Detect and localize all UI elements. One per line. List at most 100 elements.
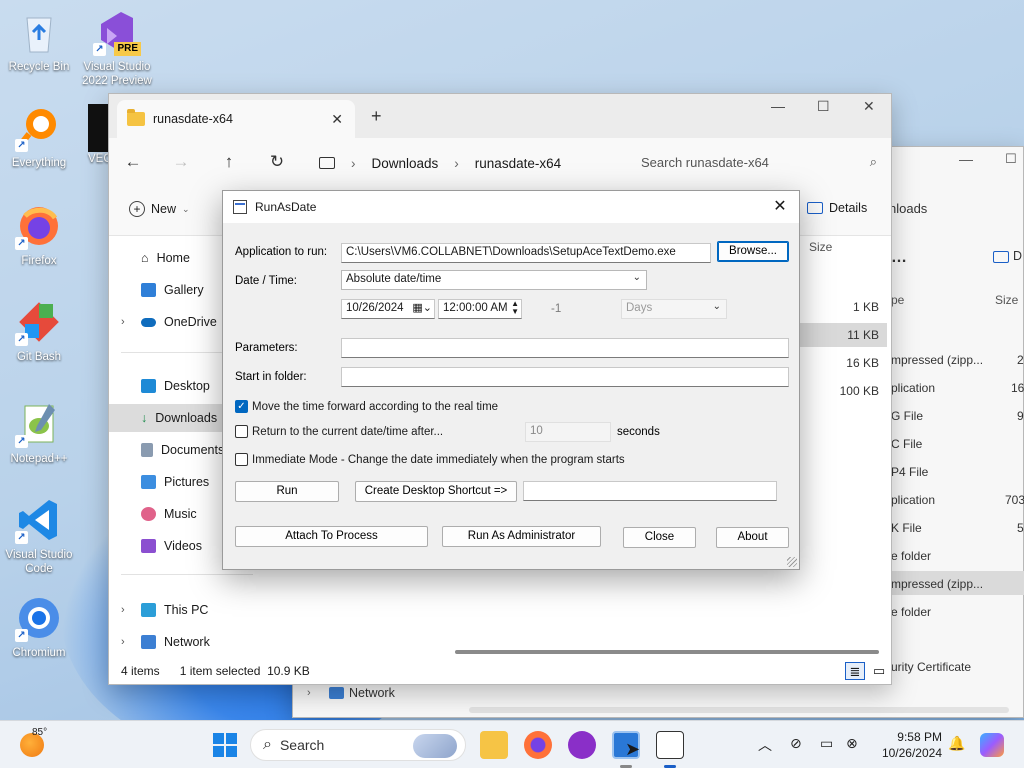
return-seconds-field[interactable]: 10: [525, 422, 611, 442]
browse-button[interactable]: Browse...: [717, 241, 789, 262]
immediate-mode-checkbox[interactable]: Immediate Mode - Change the date immedia…: [235, 453, 625, 466]
date-mode-select[interactable]: Absolute date/time ⌄: [341, 270, 647, 290]
run-button[interactable]: Run: [235, 481, 339, 502]
clock-date: 10/26/2024: [881, 746, 942, 760]
new-tab-button[interactable]: +: [371, 106, 382, 127]
desktop-icon-everything[interactable]: ↗ Everything: [3, 104, 75, 170]
file-size-cell: 100 KB: [839, 384, 879, 398]
more-icon[interactable]: …: [891, 249, 907, 267]
taskbar: 85° ⌕ Search ➤ ︿ ⊘ ▭ ⊗ 9:58 PM 10/26/202…: [0, 720, 1024, 768]
shortcut-name-field[interactable]: [523, 481, 777, 501]
chevron-down-icon: ⌄: [712, 301, 721, 312]
chevron-up-icon[interactable]: ︿: [758, 735, 772, 755]
home-icon: ⌂: [141, 251, 149, 265]
desktop-icon-recycle-bin[interactable]: Recycle Bin: [3, 8, 75, 74]
dialog-title-bar[interactable]: RunAsDate ✕: [223, 191, 799, 223]
details-pane-icon[interactable]: [993, 251, 1009, 263]
copilot-icon[interactable]: [980, 733, 1004, 757]
horizontal-scrollbar[interactable]: [455, 650, 879, 654]
parameters-field[interactable]: [341, 338, 789, 358]
search-box[interactable]: Search runasdate-x64 ⌕: [629, 146, 889, 178]
new-button[interactable]: + New ⌄: [129, 201, 190, 217]
expand-chevron-icon[interactable]: ›: [121, 604, 125, 616]
desktop-icon-firefox[interactable]: ↗ Firefox: [3, 202, 75, 268]
chevron-right-icon[interactable]: ›: [454, 156, 459, 171]
file-type-cell: plication: [891, 493, 936, 507]
desktop-icon-git-bash[interactable]: ↗ Git Bash: [3, 298, 75, 364]
desktop-icon-vscode[interactable]: ↗ Visual Studio Code: [3, 496, 75, 576]
offset-unit-select[interactable]: Days ⌄: [621, 299, 727, 319]
size-column-header[interactable]: Size: [995, 293, 1018, 307]
return-to-current-checkbox[interactable]: Return to the current date/time after...: [235, 425, 443, 438]
refresh-icon[interactable]: ↻: [253, 152, 301, 172]
taskbar-search[interactable]: ⌕ Search: [250, 729, 466, 761]
attach-to-process-button[interactable]: Attach To Process: [235, 526, 428, 547]
tiles-view-icon[interactable]: ▭: [869, 662, 889, 680]
close-tab-icon[interactable]: ✕: [331, 111, 343, 128]
type-column-header[interactable]: pe: [891, 293, 904, 307]
details-button[interactable]: Details: [807, 201, 867, 215]
checkbox-empty-icon: [235, 425, 248, 438]
clock[interactable]: 9:58 PM 10/26/2024: [882, 729, 942, 761]
start-in-folder-field[interactable]: [341, 367, 789, 387]
run-as-administrator-button[interactable]: Run As Administrator: [442, 526, 601, 547]
download-icon: ↓: [141, 411, 148, 425]
file-type-cell: plication: [891, 381, 936, 395]
notification-bell-icon[interactable]: 🔔: [948, 735, 965, 752]
sidebar-item-network[interactable]: › Network: [109, 628, 257, 656]
file-size-cell: 703: [1005, 493, 1024, 507]
desktop-icon-visual-studio[interactable]: PRE ↗ Visual Studio 2022 Preview: [81, 8, 153, 88]
breadcrumb-fragment: nloads: [889, 201, 928, 216]
app-to-run-field[interactable]: C:\Users\VM6.COLLABNET\Downloads\SetupAc…: [341, 243, 711, 263]
time-picker[interactable]: 12:00:00 AM ▲ ▼: [438, 299, 522, 319]
calendar-app-taskbar-icon[interactable]: [656, 731, 684, 759]
display-icon[interactable]: ▭: [820, 735, 833, 752]
create-shortcut-button[interactable]: Create Desktop Shortcut =>: [355, 481, 517, 502]
close-window-button[interactable]: ✕: [863, 98, 875, 115]
desktop-icon-chromium[interactable]: ↗ Chromium: [3, 594, 75, 660]
close-button[interactable]: Close: [623, 527, 696, 548]
expand-chevron-icon[interactable]: ›: [121, 316, 125, 328]
close-icon[interactable]: ✕: [769, 196, 791, 218]
horizontal-scrollbar[interactable]: [469, 707, 1009, 713]
maximize-button[interactable]: ☐: [817, 98, 830, 115]
minimize-button[interactable]: —: [959, 151, 973, 167]
size-column-header[interactable]: Size: [809, 240, 832, 254]
sidebar-item-this-pc[interactable]: › This PC: [109, 596, 257, 624]
breadcrumb-runasdate[interactable]: runasdate-x64: [475, 156, 561, 171]
weather-temperature[interactable]: 85°: [32, 727, 47, 738]
resize-grip[interactable]: [787, 557, 797, 567]
desktop-icon-label: Firefox: [21, 255, 57, 267]
expand-chevron-icon[interactable]: ›: [121, 636, 125, 648]
about-button[interactable]: About: [716, 527, 789, 548]
desktop-icon-notepadpp[interactable]: ↗ Notepad++: [3, 400, 75, 466]
forward-arrow-icon[interactable]: →: [157, 152, 205, 172]
start-button[interactable]: [213, 733, 237, 757]
app-taskbar-icon[interactable]: [568, 731, 596, 759]
start-in-folder-label: Start in folder:: [235, 371, 307, 383]
sidebar-item-network[interactable]: Network: [349, 686, 395, 700]
move-time-forward-checkbox[interactable]: ✓ Move the time forward according to the…: [235, 400, 498, 413]
up-arrow-icon[interactable]: ↑: [205, 152, 253, 172]
tab-runasdate[interactable]: runasdate-x64 ✕: [117, 100, 355, 138]
mouse-cursor-icon: ➤: [625, 739, 641, 759]
details-view-icon[interactable]: ≣: [845, 662, 865, 680]
volume-icon[interactable]: ⊗: [846, 735, 858, 752]
breadcrumb-downloads[interactable]: Downloads: [372, 156, 439, 171]
network-icon[interactable]: ⊘: [790, 735, 802, 752]
file-explorer-taskbar-icon[interactable]: [480, 731, 508, 759]
back-arrow-icon[interactable]: ←: [109, 152, 157, 172]
sidebar-label: Pictures: [164, 475, 210, 489]
desktop-icon-label: Git Bash: [16, 351, 62, 363]
desktop-icon-vec[interactable]: VEC: [70, 104, 110, 166]
chevron-right-icon[interactable]: ›: [351, 156, 356, 171]
minimize-button[interactable]: —: [771, 98, 785, 114]
breadcrumb[interactable]: › Downloads › runasdate-x64: [319, 150, 615, 176]
maximize-button[interactable]: ☐: [1005, 151, 1017, 167]
firefox-taskbar-icon[interactable]: [524, 731, 552, 759]
calendar-dropdown-icon[interactable]: ▦⌄: [412, 301, 432, 314]
runasdate-dialog[interactable]: RunAsDate ✕ Application to run: C:\Users…: [222, 190, 800, 570]
spin-buttons-icon[interactable]: ▲ ▼: [511, 300, 519, 316]
date-picker[interactable]: 10/26/2024 ▦⌄: [341, 299, 435, 319]
expand-chevron-icon[interactable]: ›: [307, 687, 311, 699]
